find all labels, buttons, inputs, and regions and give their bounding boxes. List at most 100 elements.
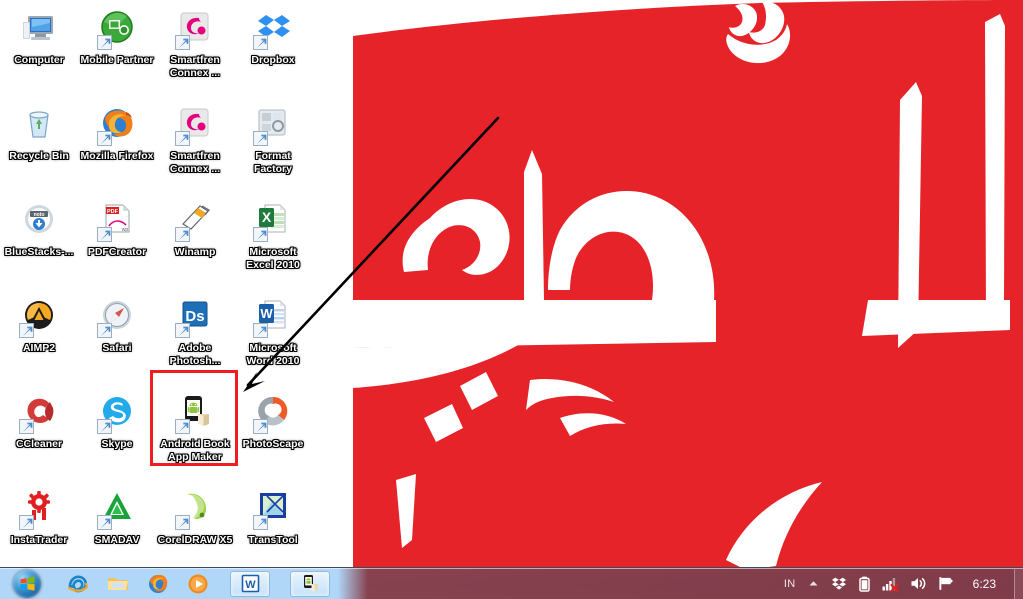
icon-label: CCleaner <box>15 438 63 450</box>
desktop-screen: Computer Mobile Partner Smartfren Connex… <box>0 0 1023 599</box>
desktop-icon-safari[interactable]: Safari <box>78 290 156 386</box>
transtool-icon <box>253 490 293 530</box>
photoshop-icon: Ds <box>175 298 215 338</box>
aimp2-icon <box>19 298 59 338</box>
desktop-icon-instatrader[interactable]: InstaTrader <box>0 482 78 578</box>
taskbar-button-android-book-app-maker[interactable] <box>290 570 330 597</box>
icon-label: PDFCreator <box>87 246 147 258</box>
taskbar-button-microsoft-word[interactable]: W <box>230 570 270 597</box>
shortcut-overlay-icon <box>97 35 112 50</box>
icon-label: Adobe Photosh... <box>169 342 221 367</box>
desktop-icon-smartfren-connex-2[interactable]: Smartfren Connex ... <box>156 98 234 194</box>
icon-label: Safari <box>102 342 132 354</box>
icon-label: BlueStacks-... <box>4 246 74 258</box>
desktop-icon-grid: Computer Mobile Partner Smartfren Connex… <box>0 2 320 578</box>
taskbar-windows-media-player[interactable] <box>186 572 210 596</box>
desktop-icon-aimp2[interactable]: AIMP2 <box>0 290 78 386</box>
photoscape-icon <box>253 394 293 434</box>
taskbar: W IN 6:23 <box>0 567 1023 599</box>
internet-explorer-icon <box>67 575 88 592</box>
shortcut-overlay-icon <box>97 515 112 530</box>
desktop-icon-format-factory[interactable]: Format Factory <box>234 98 312 194</box>
taskbar-clock[interactable]: 6:23 <box>965 577 998 591</box>
shortcut-overlay-icon <box>175 227 190 242</box>
desktop-icon-coreldraw[interactable]: CorelDRAW X5 <box>156 482 234 578</box>
icon-label: Format Factory <box>254 150 292 175</box>
shortcut-overlay-icon <box>97 419 112 434</box>
firefox-icon <box>149 574 168 593</box>
taskbar-empty-area <box>330 569 784 599</box>
taskbar-internet-explorer[interactable] <box>66 572 90 596</box>
shortcut-overlay-icon <box>253 419 268 434</box>
desktop-icon-computer[interactable]: Computer <box>0 2 78 98</box>
tray-icon-dropbox[interactable] <box>831 576 847 592</box>
shortcut-overlay-icon <box>97 227 112 242</box>
shortcut-overlay-icon <box>253 35 268 50</box>
svg-text:noto: noto <box>34 212 45 218</box>
media-player-icon <box>188 574 208 593</box>
tray-icon-volume[interactable] <box>910 576 927 591</box>
show-desktop-button[interactable] <box>1014 568 1023 599</box>
smartfren-connex-icon <box>175 10 215 50</box>
icon-label: AIMP2 <box>22 342 56 354</box>
desktop-icon-photoscape[interactable]: PhotoScape <box>234 386 312 482</box>
svg-text:W: W <box>245 579 256 591</box>
shortcut-overlay-icon <box>175 131 190 146</box>
desktop-icon-smartfren-connex-1[interactable]: Smartfren Connex ... <box>156 2 234 98</box>
shortcut-overlay-icon <box>253 227 268 242</box>
tray-icon-network[interactable] <box>882 576 899 592</box>
battery-icon <box>858 576 870 592</box>
desktop-icon-recycle-bin[interactable]: Recycle Bin <box>0 98 78 194</box>
dropbox-icon <box>253 10 293 50</box>
pdfcreator-icon: PDF wp <box>97 202 137 242</box>
taskbar-windows-explorer[interactable] <box>106 572 130 596</box>
bluestacks-icon: noto <box>19 202 59 242</box>
start-button[interactable] <box>0 569 54 599</box>
smadav-icon <box>97 490 137 530</box>
svg-text:PDF: PDF <box>107 209 119 215</box>
shortcut-overlay-icon <box>175 323 190 338</box>
tray-icon-action-center[interactable] <box>938 576 954 591</box>
desktop-icon-ccleaner[interactable]: CCleaner <box>0 386 78 482</box>
desktop-icon-winamp[interactable]: Winamp <box>156 194 234 290</box>
icon-label: Skype <box>101 438 133 450</box>
desktop-icon-mozilla-firefox[interactable]: Mozilla Firefox <box>78 98 156 194</box>
icon-label: Dropbox <box>251 54 295 66</box>
icon-label: TransTool <box>248 534 298 546</box>
dropbox-tray-icon <box>831 577 846 590</box>
android-book-app-maker-icon <box>303 575 318 592</box>
shortcut-overlay-icon <box>253 515 268 530</box>
tray-icon-battery[interactable] <box>858 576 871 592</box>
desktop-icon-skype[interactable]: Skype <box>78 386 156 482</box>
network-disconnected-icon <box>882 577 899 592</box>
flag-icon <box>939 577 953 590</box>
desktop-icon-transtool[interactable]: TransTool <box>234 482 312 578</box>
svg-text:wp: wp <box>122 227 129 233</box>
shortcut-overlay-icon <box>175 515 190 530</box>
desktop-icon-pdfcreator[interactable]: PDF wp PDFCreator <box>78 194 156 290</box>
desktop-icon-smadav[interactable]: SMADAV <box>78 482 156 578</box>
system-tray: IN 6:23 <box>784 569 1010 599</box>
shortcut-overlay-icon <box>19 419 34 434</box>
shortcut-overlay-icon <box>175 35 190 50</box>
icon-label: Recycle Bin <box>9 150 69 162</box>
icon-label: Computer <box>14 54 64 66</box>
computer-icon <box>19 10 59 50</box>
smartfren-connex-icon <box>175 106 215 146</box>
desktop-icon-mobile-partner[interactable]: Mobile Partner <box>78 2 156 98</box>
excel-icon: X <box>253 202 293 242</box>
icon-label: InstaTrader <box>10 534 68 546</box>
desktop-icon-bluestacks[interactable]: noto BlueStacks-... <box>0 194 78 290</box>
shortcut-overlay-icon <box>19 515 34 530</box>
show-hidden-icons-button[interactable] <box>807 577 820 590</box>
icon-label: Smartfren Connex ... <box>169 150 221 175</box>
winamp-icon <box>175 202 215 242</box>
desktop-icon-microsoft-excel[interactable]: X Microsoft Excel 2010 <box>234 194 312 290</box>
shortcut-overlay-icon <box>97 131 112 146</box>
desktop-icon-microsoft-word[interactable]: W Microsoft Word 2010 <box>234 290 312 386</box>
taskbar-mozilla-firefox[interactable] <box>146 572 170 596</box>
tray-language-indicator[interactable]: IN <box>784 578 796 590</box>
shortcut-overlay-icon <box>19 323 34 338</box>
desktop-icon-dropbox[interactable]: Dropbox <box>234 2 312 98</box>
word-icon: W <box>241 574 259 593</box>
